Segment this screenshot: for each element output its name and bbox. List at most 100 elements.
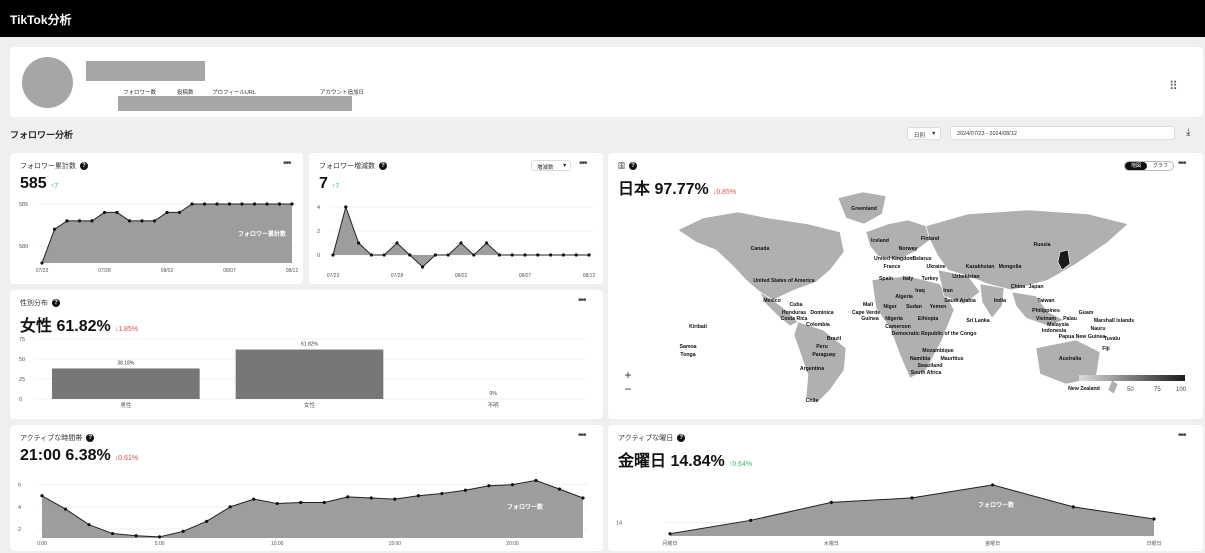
map-country-label[interactable]: India (994, 298, 1006, 304)
map-country-label[interactable]: Australia (1059, 356, 1081, 362)
data-point[interactable] (549, 253, 553, 257)
map-country-label[interactable]: Kazakhstan (966, 264, 995, 270)
help-icon[interactable]: ? (677, 434, 686, 443)
map-country-label[interactable]: Russia (1033, 242, 1050, 248)
data-point[interactable] (991, 483, 995, 487)
map-country-label[interactable]: Tonga (680, 352, 695, 358)
data-point[interactable] (346, 495, 350, 499)
data-point[interactable] (215, 202, 219, 206)
map-country-label[interactable]: Nigeria (885, 316, 903, 322)
data-point[interactable] (587, 253, 591, 257)
map-country-label[interactable]: Samoa (679, 344, 696, 350)
data-point[interactable] (322, 500, 326, 505)
data-point[interactable] (910, 496, 914, 500)
data-point[interactable] (252, 202, 257, 206)
map-country-label[interactable]: Democratic Republic of the Congo (891, 331, 976, 337)
data-point[interactable] (369, 496, 373, 500)
data-point[interactable] (1071, 505, 1075, 509)
data-point[interactable] (408, 253, 412, 257)
data-point[interactable] (459, 241, 463, 245)
map-country-label[interactable]: France (883, 264, 900, 270)
data-point[interactable] (668, 532, 672, 536)
map-country-label[interactable]: Chile (806, 398, 819, 404)
toggle-map[interactable]: 地図 (1125, 162, 1147, 170)
map-country-label[interactable]: Ukraine (926, 264, 945, 270)
data-point[interactable] (299, 500, 303, 505)
data-point[interactable] (523, 253, 527, 257)
data-point[interactable] (749, 518, 753, 522)
data-point[interactable] (829, 500, 833, 504)
data-point[interactable] (393, 497, 397, 501)
data-point[interactable] (581, 496, 585, 500)
bar[interactable] (235, 349, 384, 399)
data-point[interactable] (127, 219, 132, 223)
more-icon[interactable]: ••• (1178, 430, 1186, 441)
data-point[interactable] (561, 253, 565, 257)
map-country-label[interactable]: Italy (903, 276, 913, 282)
map-country-label[interactable]: Mongolia (999, 264, 1022, 270)
map-country-label[interactable]: Marshall Islands (1094, 318, 1134, 324)
map-country-label[interactable]: Papua New Guinea (1059, 334, 1106, 340)
map-country-label[interactable]: Paraguay (812, 352, 835, 358)
data-point[interactable] (463, 488, 467, 492)
data-point[interactable] (487, 484, 491, 488)
data-point[interactable] (497, 253, 501, 257)
period-select[interactable]: 日別 ▼ (907, 127, 941, 140)
map-country-label[interactable]: China (1011, 284, 1026, 290)
data-point[interactable] (1152, 517, 1156, 521)
data-point[interactable] (240, 202, 244, 206)
data-point[interactable] (40, 261, 44, 265)
map-country-label[interactable]: Philippines (1032, 308, 1060, 314)
map-country-label[interactable]: Taiwan (1037, 298, 1054, 304)
data-point[interactable] (395, 241, 399, 245)
map-country-label[interactable]: Algeria (895, 294, 913, 300)
map-country-label[interactable]: Cuba (790, 302, 803, 308)
map-country-label[interactable]: Guam (1079, 310, 1094, 316)
map-country-label[interactable]: Costa Rica (781, 316, 808, 322)
map-country-label[interactable]: Iraq (915, 288, 925, 294)
more-icon[interactable]: ••• (579, 158, 587, 169)
map-country-label[interactable]: Fiji (1102, 346, 1110, 352)
data-point[interactable] (275, 501, 279, 506)
map-country-label[interactable]: Iceland (871, 238, 889, 244)
data-point[interactable] (433, 253, 437, 257)
data-point[interactable] (63, 507, 68, 511)
data-point[interactable] (202, 202, 207, 206)
more-icon[interactable]: ••• (1178, 158, 1186, 169)
map-country-label[interactable]: Belarus (912, 256, 931, 262)
data-point[interactable] (87, 523, 91, 527)
map-country-label[interactable]: Tuvalu (1104, 336, 1120, 342)
data-point[interactable] (485, 241, 489, 245)
map-country-label[interactable]: United States of America (753, 278, 814, 284)
data-point[interactable] (65, 219, 69, 223)
map-country-label[interactable]: Argentina (800, 366, 824, 372)
map-country-label[interactable]: Mali (863, 302, 874, 308)
data-point[interactable] (181, 529, 185, 533)
map-country-label[interactable]: Canada (751, 246, 770, 252)
map-country-label[interactable]: Cameroon (885, 324, 911, 330)
data-point[interactable] (40, 494, 44, 498)
data-point[interactable] (574, 253, 578, 257)
data-point[interactable] (134, 534, 138, 538)
zoom-in-icon[interactable]: + (622, 368, 634, 382)
map-country-label[interactable]: Uzbekistan (952, 274, 979, 280)
map-country-label[interactable]: Sudan (906, 304, 922, 310)
map-country-label[interactable]: Sri Lanka (966, 318, 989, 324)
map-country-label[interactable]: Kiribati (689, 324, 707, 330)
toggle-graph[interactable]: グラフ (1148, 162, 1173, 170)
map-country-label[interactable]: Japan (1029, 284, 1044, 290)
data-point[interactable] (158, 535, 162, 539)
map-country-label[interactable]: New Zealand (1068, 386, 1100, 392)
map-country-label[interactable]: Greenland (851, 206, 877, 212)
more-icon[interactable]: ••• (283, 158, 291, 169)
data-point[interactable] (472, 253, 476, 257)
change-type-select[interactable]: 増減数 ▼ (531, 160, 571, 171)
help-icon[interactable]: ? (80, 162, 88, 171)
data-point[interactable] (536, 253, 540, 257)
help-icon[interactable]: ? (52, 299, 60, 308)
data-point[interactable] (52, 227, 57, 231)
data-point[interactable] (446, 253, 450, 257)
data-point[interactable] (115, 210, 119, 215)
map-country-label[interactable]: Spain (879, 276, 893, 282)
map-country-label[interactable]: Turkey (922, 276, 939, 282)
